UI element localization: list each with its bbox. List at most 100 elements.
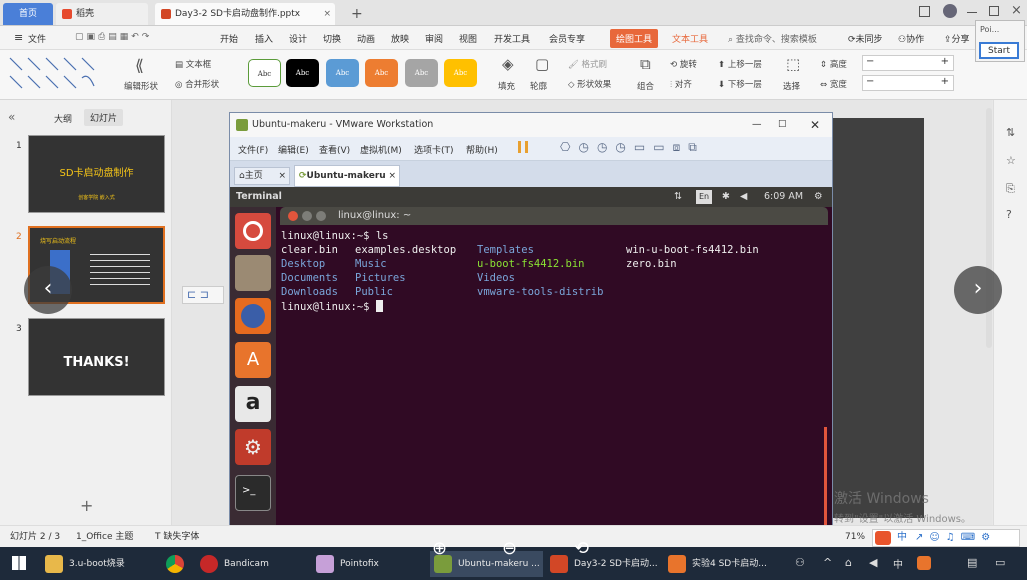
rotate-button[interactable]: ⟲ 旋转 [670, 58, 697, 70]
outline-icon[interactable]: ▢ [535, 55, 549, 73]
combine-button[interactable]: 组合 [637, 80, 654, 92]
style-swatch-gray[interactable]: Abc [405, 59, 438, 87]
show-desktop-icon[interactable]: ▭ [995, 556, 1005, 569]
software-center-icon[interactable]: A [235, 342, 271, 378]
minimize-icon[interactable] [967, 12, 977, 13]
send-backward-button[interactable]: ⬇ 下移一层 [718, 78, 762, 90]
chrome-icon[interactable] [166, 555, 184, 573]
search-command[interactable]: ⌕ 查找命令、搜索模板 [728, 32, 817, 45]
previous-slide-button[interactable]: ‹ [24, 266, 72, 314]
close-icon[interactable]: × [278, 168, 286, 184]
ime-icons[interactable]: ↗☺♫⌨⚙ [915, 530, 996, 546]
terminal-icon[interactable]: >_ [235, 475, 271, 511]
files-icon[interactable] [235, 255, 271, 291]
slide-thumbnail-1[interactable]: SD卡启动盘制作 创客学院 嵌入式 [28, 135, 165, 213]
ime-toolbar[interactable]: 中 ↗☺♫⌨⚙ [872, 529, 1020, 547]
vm-menu-help[interactable]: 帮助(H) [466, 143, 498, 156]
rotate-view-icon[interactable]: ⟲ [574, 538, 589, 559]
ime-language[interactable]: 中 [897, 530, 907, 546]
style-swatch-orange[interactable]: Abc [365, 59, 398, 87]
textbox-button[interactable]: ▤ 文本框 [175, 58, 211, 70]
minimize-icon[interactable] [302, 211, 312, 221]
edit-shape-button[interactable]: 编辑形状 [124, 80, 158, 92]
avatar[interactable] [943, 4, 957, 18]
shape-gallery[interactable] [8, 56, 108, 90]
missing-font-button[interactable]: T 缺失字体 [155, 526, 199, 548]
properties-icon[interactable]: ⇅ [1006, 126, 1015, 139]
new-tab-button[interactable]: + [345, 3, 363, 25]
vm-menu-view[interactable]: 查看(V) [319, 143, 350, 156]
network-icon[interactable]: ⌂ [845, 556, 852, 569]
maximize-icon[interactable]: ☐ [778, 113, 787, 137]
pause-icon[interactable] [518, 141, 528, 153]
shape-effect-button[interactable]: ◇ 形状效果 [568, 78, 611, 90]
menu-insert[interactable]: 插入 [255, 32, 273, 45]
sync-status[interactable]: ⟳未同步 [848, 32, 883, 45]
vm-tab-ubuntu[interactable]: ⟳Ubuntu-makeru × [294, 165, 400, 187]
menu-home[interactable]: 开始 [220, 32, 238, 45]
close-icon[interactable]: × [323, 3, 331, 25]
menu-drawing-tools[interactable]: 绘图工具 [610, 29, 659, 48]
animation-icon[interactable]: ☆ [1006, 154, 1016, 167]
volume-icon[interactable]: ◀ [740, 187, 747, 207]
menu-animation[interactable]: 动画 [357, 32, 375, 45]
gear-icon[interactable]: ⚙ [814, 187, 823, 207]
close-icon[interactable]: ✕ [810, 113, 820, 137]
select-icon[interactable]: ⬚ [786, 55, 800, 73]
maximize-icon[interactable] [316, 211, 326, 221]
width-stepper[interactable]: − + [862, 75, 954, 91]
select-button[interactable]: 选择 [783, 80, 800, 92]
slide-design-icon[interactable]: ⎘ [1006, 182, 1015, 196]
menu-view[interactable]: 视图 [459, 32, 477, 45]
style-swatch-blue[interactable]: Abc [326, 59, 359, 87]
add-slide-button[interactable]: + [80, 496, 93, 515]
sogou-icon[interactable] [917, 556, 931, 570]
edit-shape-icon[interactable]: ⟪ [135, 56, 144, 75]
maximize-icon[interactable] [989, 6, 999, 16]
vm-menu-tabs[interactable]: 选项卡(T) [414, 143, 454, 156]
vm-menu-edit[interactable]: 编辑(E) [278, 143, 309, 156]
tab-slides[interactable]: 幻灯片 [84, 109, 124, 126]
terminal-window[interactable]: linux@linux: ~ linux@linux:~$ ls clear.b… [276, 207, 832, 547]
tab-docer[interactable]: 稻壳 [56, 3, 148, 25]
merge-shape-button[interactable]: ◎ 合并形状 [175, 78, 219, 90]
people-icon[interactable]: ⚇ [795, 556, 805, 569]
close-window-icon[interactable]: × [1011, 3, 1022, 18]
minimize-icon[interactable]: — [752, 113, 762, 137]
hamburger-icon[interactable]: ≡ [14, 31, 23, 44]
close-icon[interactable] [288, 211, 298, 221]
vm-tab-home[interactable]: ⌂主页 × [234, 167, 290, 185]
menu-text-tools[interactable]: 文本工具 [672, 32, 708, 45]
format-brush-button[interactable]: 🖌 格式刷 [568, 58, 607, 70]
network-icon[interactable]: ⇅ [674, 187, 682, 207]
bluetooth-icon[interactable]: ✱ [722, 187, 730, 207]
taskbar-item-bandicam[interactable]: Bandicam [200, 551, 269, 577]
next-slide-button[interactable]: › [954, 266, 1002, 314]
menu-member[interactable]: 会员专享 [549, 32, 585, 45]
outline-button[interactable]: 轮廓 [530, 80, 547, 92]
decrement-icon[interactable]: − [866, 76, 874, 87]
share-button[interactable]: ⇪分享 [944, 32, 970, 45]
clock[interactable]: 6:09 AM [764, 187, 803, 207]
menu-design[interactable]: 设计 [289, 32, 307, 45]
menu-review[interactable]: 审阅 [425, 32, 443, 45]
combine-icon[interactable]: ⧉ [640, 55, 651, 73]
ubuntu-dash-icon[interactable] [235, 213, 271, 249]
windows-start-icon[interactable] [12, 556, 26, 570]
taskbar-item-pointofix[interactable]: Pointofix [316, 551, 379, 577]
menu-slideshow[interactable]: 放映 [391, 32, 409, 45]
collapse-panel-icon[interactable]: « [8, 110, 15, 124]
tab-document[interactable]: Day3-2 SD卡启动盘制作.pptx × [155, 3, 335, 25]
slide-canvas[interactable] [832, 118, 924, 518]
amazon-icon[interactable]: a [235, 386, 271, 422]
tray-chevron-icon[interactable]: ^ [823, 556, 832, 569]
zoom-out-icon[interactable]: ⊖ [502, 538, 517, 559]
align-center-icon[interactable]: ⊐ [200, 288, 209, 301]
notification-icon[interactable]: ▤ [967, 556, 977, 569]
vm-menu-file[interactable]: 文件(F) [238, 143, 268, 156]
vm-toolbar-icons[interactable]: ⎔◷◷◷▭▭⧈⧉ [560, 140, 705, 155]
taskbar-item-lab[interactable]: 实验4 SD卡启动... [668, 551, 767, 577]
align-left-icon[interactable]: ⊏ [187, 288, 196, 301]
help-icon[interactable]: ? [1006, 208, 1012, 221]
tab-outline[interactable]: 大纲 [54, 112, 72, 125]
